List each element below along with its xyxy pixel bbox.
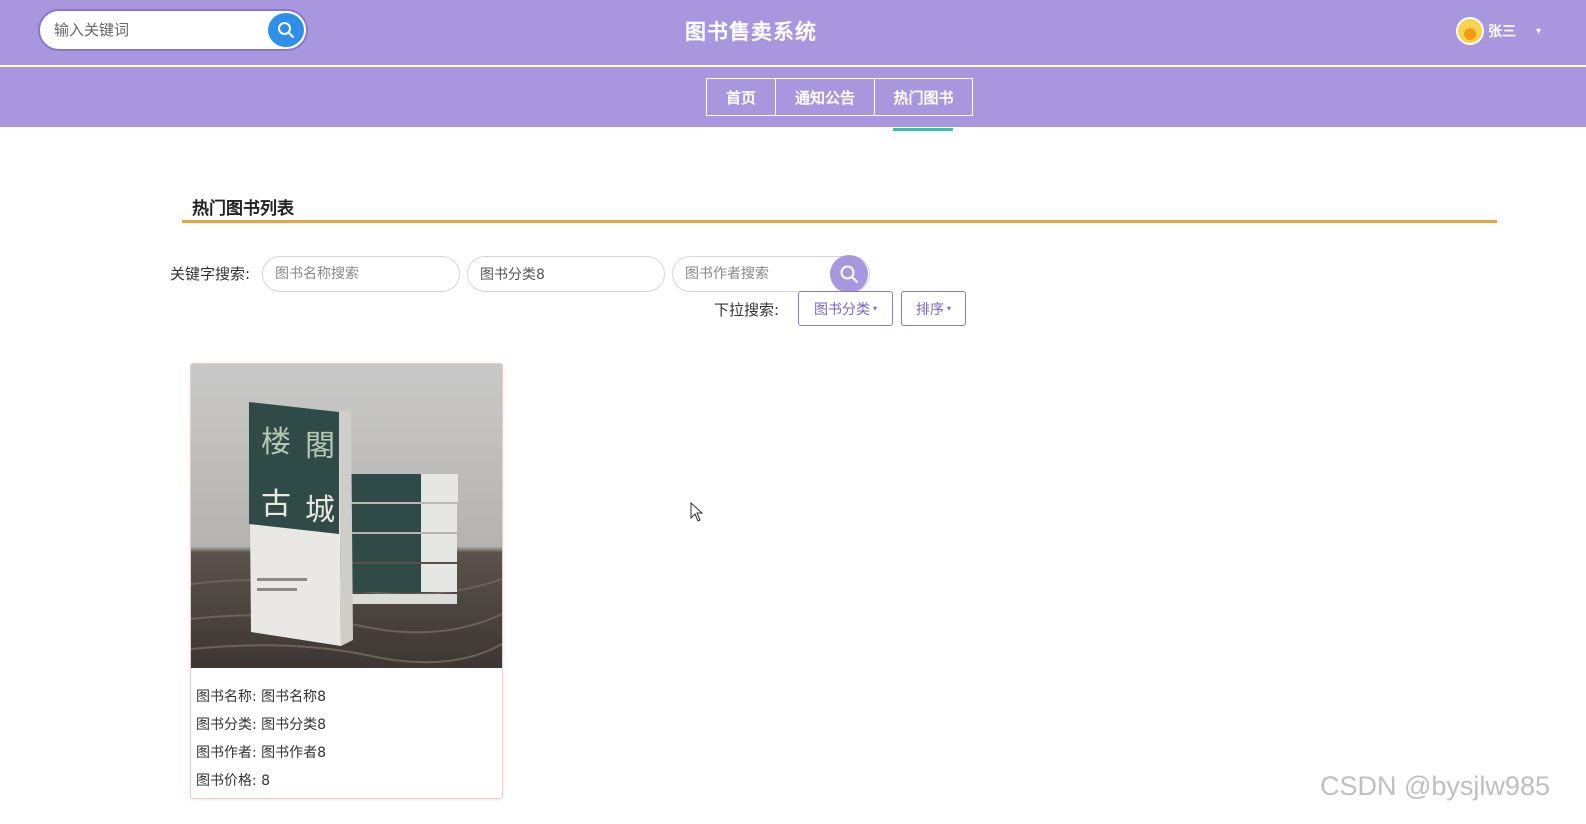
tab-hot-books[interactable]: 热门图书 xyxy=(874,78,973,116)
book-name: 图书名称: 图书名称8 xyxy=(196,689,327,705)
sort-dropdown-label: 排序 xyxy=(915,301,944,318)
dropdown-search-label: 下拉搜索: xyxy=(714,301,780,319)
mouse-cursor-icon xyxy=(690,502,704,522)
chevron-down-icon: ▾ xyxy=(1536,25,1542,37)
book-price: 图书价格: 8 xyxy=(196,773,271,789)
avatar xyxy=(1456,17,1484,45)
keyword-search-label: 关键字搜索: xyxy=(170,265,251,283)
tab-announcements[interactable]: 通知公告 xyxy=(775,78,875,116)
tab-home[interactable]: 首页 xyxy=(706,78,776,116)
caret-down-icon: ▾ xyxy=(872,304,877,313)
active-tab-indicator xyxy=(893,128,953,131)
book-card[interactable]: 楼 閣 古 城 图书名称: 图书名称8 图书分类: 图书分类8 图书作者: 图书… xyxy=(190,363,503,799)
category-dropdown-label: 图书分类 xyxy=(813,301,870,318)
search-icon xyxy=(840,265,858,283)
filter-search-button[interactable] xyxy=(830,255,868,293)
book-author: 图书作者: 图书作者8 xyxy=(196,745,327,761)
svg-text:城: 城 xyxy=(305,493,335,528)
section-divider xyxy=(182,220,1497,223)
book-name-search-input[interactable] xyxy=(262,256,460,292)
sort-dropdown[interactable]: 排序 ▾ xyxy=(901,291,966,326)
category-dropdown[interactable]: 图书分类 ▾ xyxy=(798,291,893,326)
svg-text:閣: 閣 xyxy=(305,429,335,464)
svg-text:古: 古 xyxy=(261,487,291,522)
top-header: 图书售卖系统 张三 ▾ xyxy=(0,0,1586,65)
caret-down-icon: ▾ xyxy=(946,304,951,313)
site-title: 图书售卖系统 xyxy=(685,20,817,44)
page-title: 热门图书列表 xyxy=(192,199,294,219)
user-menu[interactable]: 张三 ▾ xyxy=(1456,16,1541,46)
watermark: CSDN @bysjlw985 xyxy=(1320,771,1550,801)
book-cover-image: 楼 閣 古 城 xyxy=(191,364,502,668)
book-category-search-input[interactable] xyxy=(467,256,665,292)
svg-text:楼: 楼 xyxy=(261,425,291,460)
book-category: 图书分类: 图书分类8 xyxy=(196,717,327,733)
user-name: 张三 xyxy=(1488,24,1516,40)
nav-tabs: 首页 通知公告 热门图书 xyxy=(706,78,973,116)
